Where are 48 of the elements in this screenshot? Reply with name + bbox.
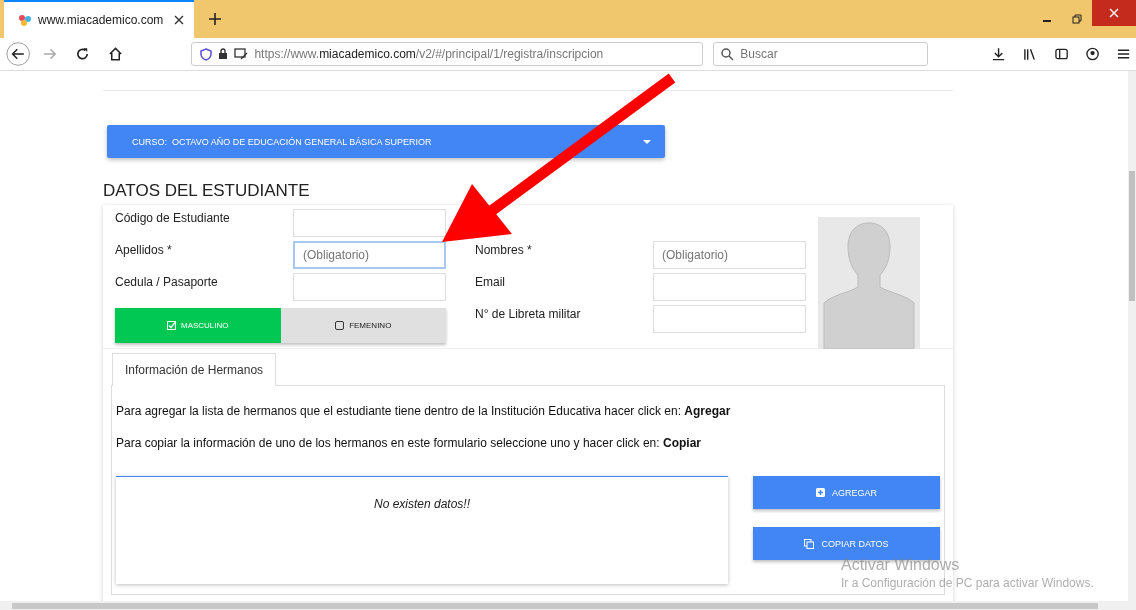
gender-toggle[interactable]: FEMENINO [280, 308, 446, 343]
instruction-text: Para copiar la información de uno de los hermanos en este formulario seleccione uno y hacer click en: Copiar [116, 436, 702, 450]
shield-icon [200, 47, 213, 61]
restore-icon[interactable] [1072, 14, 1082, 24]
input-field[interactable] [293, 273, 446, 301]
site-logo-icon [18, 14, 32, 26]
browser-tab[interactable]: www.miacademico.com [4, 0, 194, 38]
search-field[interactable]: Buscar [713, 42, 929, 66]
close-icon[interactable] [174, 15, 184, 25]
field-label: Nombres * [475, 242, 533, 259]
input-field[interactable] [653, 273, 806, 301]
close-icon [1109, 8, 1119, 18]
section-heading: DATOS DEL ESTUDIANTE [103, 181, 311, 202]
home-icon[interactable] [108, 46, 124, 62]
reload-icon[interactable] [75, 46, 91, 62]
input-field[interactable]: (Obligatorio) [293, 241, 446, 269]
account-icon[interactable] [1085, 47, 1099, 61]
search-icon [721, 48, 735, 61]
lock-icon [218, 48, 229, 60]
new-tab-icon[interactable] [208, 12, 222, 26]
instruction-text: Para agregar la lista de hermanos que el estudiante tiene dentro de la Institución Educativa hacer click en: Agregar [116, 404, 732, 418]
input-field[interactable] [293, 209, 446, 237]
sidebar-icon[interactable] [1054, 47, 1068, 61]
field-label: Apellidos * [115, 242, 173, 259]
field-label: Cedula / Pasaporte [115, 274, 219, 291]
menu-icon[interactable] [1116, 47, 1131, 61]
field-label: Email [475, 274, 506, 291]
checkbox-icon [335, 321, 345, 330]
library-icon[interactable] [1023, 47, 1037, 61]
scrollbar-thumb[interactable] [1129, 171, 1135, 301]
input-field[interactable] [653, 305, 806, 333]
add-button[interactable]: AGREGAR [753, 476, 940, 509]
permissions-icon [234, 48, 249, 60]
checkbox-checked-icon [166, 321, 176, 330]
tab[interactable]: Información de Hermanos [112, 353, 277, 386]
download-icon[interactable] [992, 47, 1006, 61]
course-dropdown[interactable]: CURSO: OCTAVO AÑO DE EDUCACIÓN GENERAL BÁSICA SUPERIOR [107, 125, 665, 158]
field-label: N° de Libreta militar [475, 306, 582, 323]
activation-text: Ir a Configuración de PC para activar Windows. [841, 576, 1094, 590]
caret-icon [643, 139, 651, 144]
scrollbar-thumb[interactable] [12, 603, 1098, 609]
empty-message: No existen datos!! [373, 497, 471, 511]
copy-icon [804, 538, 815, 549]
back-icon[interactable] [6, 41, 31, 67]
address-bar[interactable]: https://www.miacademico.com/v2/#/principal/1/registra/inscripcion [191, 42, 704, 66]
plus-square-icon [816, 488, 825, 497]
input-field[interactable]: (Obligatorio) [653, 241, 806, 269]
field-label: Código de Estudiante [115, 210, 231, 227]
